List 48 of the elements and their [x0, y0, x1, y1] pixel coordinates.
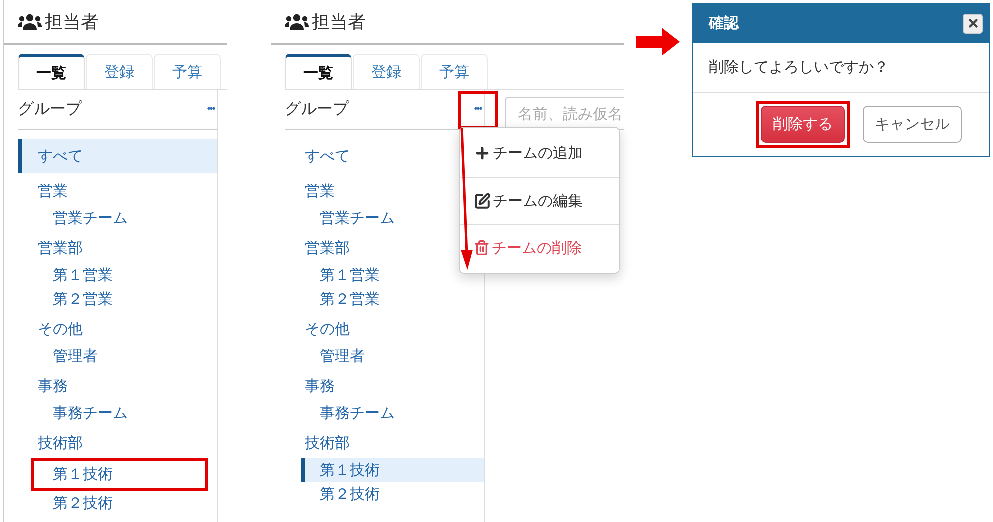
plus-icon — [474, 145, 491, 162]
pointer-arrow — [636, 28, 680, 56]
team-item[interactable]: 第１営業 — [34, 263, 217, 287]
cancel-button[interactable]: キャンセル — [863, 106, 962, 143]
team-item[interactable]: 事務チーム — [34, 401, 217, 425]
group-item[interactable]: 技術部 — [18, 429, 217, 458]
edit-icon — [474, 192, 491, 210]
dialog-title: 確認 — [709, 14, 739, 33]
tab[interactable]: 一覧 — [18, 54, 85, 89]
team-item[interactable]: 営業チーム — [34, 206, 217, 230]
tab[interactable]: 登録 — [353, 54, 420, 89]
team-item[interactable]: 第１技術 — [301, 458, 484, 482]
group-item[interactable]: 技術部 — [285, 429, 484, 458]
team-item[interactable]: 第１技術 — [31, 458, 208, 491]
page-title: 担当者 — [312, 10, 366, 34]
search-field[interactable]: 名前、読み仮名 — [505, 97, 624, 130]
tab[interactable]: 一覧 — [285, 54, 352, 89]
menu-item[interactable]: チームの削除 — [460, 224, 619, 271]
menu-item[interactable]: チームの編集 — [460, 177, 619, 224]
group-item[interactable]: 営業 — [18, 177, 217, 206]
group-item[interactable]: すべて — [18, 139, 217, 173]
team-item[interactable]: 第２技術 — [301, 482, 484, 506]
team-item[interactable]: 第２営業 — [34, 287, 217, 311]
close-icon — [966, 17, 980, 30]
team-item[interactable]: 第２営業 — [301, 287, 484, 311]
group-item[interactable]: 事務 — [285, 372, 484, 401]
group-heading: グループ — [18, 99, 82, 120]
group-heading: グループ — [285, 99, 349, 120]
team-item[interactable]: 管理者 — [34, 344, 217, 368]
tab[interactable]: 予算 — [421, 54, 488, 89]
group-item[interactable]: その他 — [18, 315, 217, 344]
group-item[interactable]: 事務 — [18, 372, 217, 401]
delete-button[interactable]: 削除する — [761, 106, 845, 143]
menu-item[interactable]: チームの追加 — [460, 130, 619, 177]
users-icon — [285, 14, 309, 30]
users-icon — [18, 14, 42, 30]
group-item[interactable]: 営業部 — [18, 234, 217, 263]
team-item[interactable]: 第２技術 — [34, 491, 217, 515]
page-title: 担当者 — [45, 10, 99, 34]
team-item[interactable]: 事務チーム — [301, 401, 484, 425]
group-item[interactable]: その他 — [285, 315, 484, 344]
more-button[interactable]: ••• — [191, 90, 231, 128]
trash-icon — [474, 240, 490, 256]
close-button[interactable] — [963, 14, 983, 34]
tab[interactable]: 予算 — [154, 54, 221, 89]
team-item[interactable]: 管理者 — [301, 344, 484, 368]
tab[interactable]: 登録 — [86, 54, 153, 89]
dialog-message: 削除してよろしいですか？ — [693, 43, 989, 93]
